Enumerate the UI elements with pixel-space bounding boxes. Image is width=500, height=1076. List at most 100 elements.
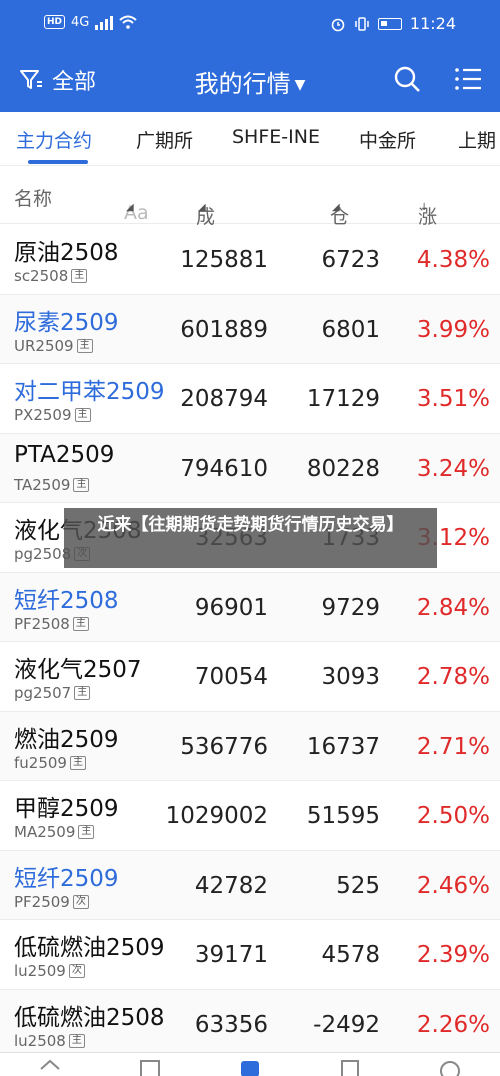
- menu-icon[interactable]: [454, 66, 482, 92]
- contract-code-line: sc2508 主: [14, 267, 88, 285]
- contract-code: lu2508: [14, 1031, 66, 1050]
- pct-change-value: 2.46%: [416, 872, 490, 899]
- contract-code-line: lu2508 主: [14, 1032, 85, 1050]
- bottom-tab-bar: [0, 1052, 500, 1076]
- contract-name: 低硫燃油2508: [14, 1004, 165, 1031]
- page-title: 我的行情: [194, 70, 291, 98]
- contract-tag: 主: [72, 616, 89, 631]
- watchlist-icon[interactable]: [138, 1057, 162, 1076]
- oi-change-value: 6801: [321, 316, 380, 343]
- pct-change-value: 3.99%: [416, 316, 490, 343]
- volume-value: 601889: [180, 316, 268, 343]
- contract-tag: 主: [71, 269, 88, 283]
- wifi-icon: [119, 15, 138, 29]
- active-tab-indicator: [28, 160, 88, 164]
- signal-icon: [95, 14, 114, 30]
- contract-tag: 主: [69, 755, 86, 770]
- quote-row[interactable]: PTA2509 TA2509 主 794610 80228 3.24%: [0, 433, 500, 503]
- quote-row[interactable]: 低硫燃油2508 lu2508 主 63356 -2492 2.26%: [0, 989, 500, 1059]
- oi-change-value: -2492: [313, 1011, 380, 1038]
- alarm-icon: [331, 18, 345, 31]
- contract-code-line: PX2509 主: [14, 406, 91, 424]
- contract-name: 短纤2509: [14, 865, 119, 892]
- contract-name: PTA2509: [14, 441, 115, 468]
- quote-row[interactable]: 尿素2509 UR2509 主 601889 6801 3.99%: [0, 294, 500, 364]
- contract-code: pg2508: [14, 545, 72, 563]
- contract-name: 甲醇2509: [14, 796, 119, 822]
- contract-name: 液化气2507: [14, 657, 142, 683]
- contract-code: fu2509: [14, 753, 67, 772]
- pct-change-value: 2.84%: [416, 594, 490, 621]
- tab-cffex[interactable]: 中金所: [359, 126, 416, 153]
- volume-value: 536776: [180, 733, 268, 760]
- pct-change-value: 3.24%: [416, 455, 490, 482]
- oi-change-value: 51595: [306, 803, 380, 829]
- contract-code: MA2509: [14, 823, 76, 841]
- status-right: 11:24: [330, 14, 456, 33]
- oi-change-value: 17129: [306, 386, 380, 412]
- trade-icon[interactable]: [338, 1057, 362, 1076]
- pct-change-value: 3.51%: [416, 386, 490, 412]
- quote-row[interactable]: 液化气2507 pg2507 主 70054 3093 2.78%: [0, 642, 500, 712]
- contract-code-line: lu2509 次: [14, 962, 85, 980]
- contract-code-line: PF2509 次: [14, 893, 89, 911]
- contract-code: PF2508: [14, 614, 70, 633]
- oi-change-value: 4578: [321, 942, 380, 968]
- volume-value: 70054: [194, 664, 268, 690]
- pct-change-value: 2.71%: [416, 733, 490, 760]
- pct-change-value: 2.50%: [416, 803, 490, 829]
- col-name: 名称: [14, 188, 53, 210]
- quote-list: 原油2508 sc2508 主 125881 6723 4.38% 尿素2509 UR2509…: [0, 225, 500, 1059]
- volume-value: 42782: [194, 872, 268, 899]
- hd-badge-icon: HD: [44, 15, 66, 29]
- oi-change-value: 525: [336, 872, 380, 899]
- quote-row[interactable]: 低硫燃油2509 lu2509 次 39171 4578 2.39%: [0, 920, 500, 990]
- volume-value: 96901: [194, 594, 268, 621]
- contract-code: lu2509: [14, 962, 66, 980]
- quote-row[interactable]: 对二甲苯2509 PX2509 主 208794 17129 3.51%: [0, 364, 500, 434]
- contract-tag: 主: [76, 338, 93, 353]
- profile-icon[interactable]: [438, 1057, 462, 1076]
- tab-shanghai[interactable]: 上期: [458, 126, 496, 153]
- tab-shfe-ine[interactable]: SHFE-INE: [232, 126, 320, 148]
- quote-row[interactable]: 短纤2508 PF2508 主 96901 9729 2.84%: [0, 572, 500, 642]
- app-header: HD 4G 11:24 全部 我的行情 ▼: [0, 0, 500, 112]
- pct-change-value: 2.78%: [416, 664, 490, 690]
- tab-gfex[interactable]: 广期所: [136, 126, 193, 153]
- home-icon[interactable]: [38, 1057, 62, 1076]
- contract-tag: 次: [68, 964, 85, 978]
- contract-tag: 主: [78, 825, 95, 839]
- volume-value: 39171: [194, 942, 268, 968]
- carrier-label: 4G: [71, 14, 90, 30]
- contract-code: PX2509: [14, 406, 72, 424]
- quote-row[interactable]: 原油2508 sc2508 主 125881 6723 4.38%: [0, 225, 500, 295]
- oi-change-value: 3093: [321, 664, 380, 690]
- oi-change-value: 9729: [321, 594, 380, 621]
- contract-code-line: TA2509 主: [14, 476, 90, 494]
- overlay-watermark-text: 近来【往期期货走势期货行情历史交易】: [64, 508, 437, 568]
- quote-row[interactable]: 短纤2509 PF2509 次 42782 525 2.46%: [0, 850, 500, 920]
- contract-code-line: PF2508 主: [14, 615, 89, 633]
- oi-change-value: 16737: [306, 733, 380, 760]
- volume-value: 1029002: [165, 803, 268, 829]
- contract-code-line: MA2509 主: [14, 823, 95, 841]
- quotes-icon[interactable]: [238, 1057, 262, 1076]
- sort-icon: ◢: [332, 202, 340, 213]
- caret-down-icon: ▼: [294, 77, 306, 93]
- sort-icon: ◢: [126, 202, 134, 213]
- contract-code-line: UR2509 主: [14, 337, 93, 355]
- volume-value: 63356: [194, 1011, 268, 1038]
- volume-value: 208794: [180, 386, 268, 412]
- tab-main-contracts[interactable]: 主力合约: [16, 126, 92, 153]
- sort-desc-icon: ↓: [420, 202, 429, 213]
- quote-row[interactable]: 燃油2509 fu2509 主 536776 16737 2.71%: [0, 711, 500, 781]
- oi-change-value: 6723: [321, 247, 380, 273]
- contract-name: 原油2508: [14, 240, 119, 266]
- contract-name: 燃油2509: [14, 726, 119, 753]
- contract-name: 短纤2508: [14, 587, 119, 614]
- contract-tag: 次: [72, 894, 89, 909]
- quote-row[interactable]: 甲醇2509 MA2509 主 1029002 51595 2.50%: [0, 781, 500, 851]
- search-icon[interactable]: [392, 64, 422, 94]
- page-title-dropdown[interactable]: 我的行情 ▼: [0, 64, 500, 99]
- oi-change-value: 80228: [306, 455, 380, 482]
